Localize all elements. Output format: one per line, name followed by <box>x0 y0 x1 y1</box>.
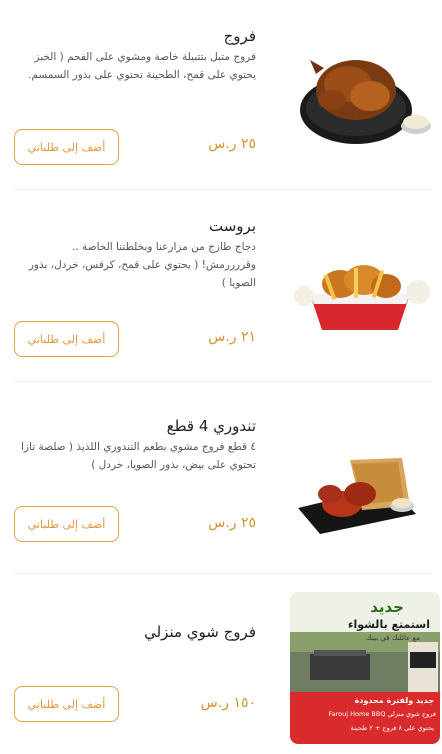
promo-offer: جديد ولفترة محدودة <box>354 696 434 705</box>
add-to-order-button[interactable]: أضف إلى طلباتي <box>14 686 119 722</box>
promo-product: فروج شوي منزلي Farouj Home BBQ <box>328 710 436 718</box>
promo-details: يحتوي على ٨ فروج + ٢ طحينة <box>350 724 434 732</box>
item-title: بروست <box>209 217 256 235</box>
item-text: فروج فروج متبل بتتبيلة خاصة ومشوي على ال… <box>16 26 256 84</box>
item-description: فروج متبل بتتبيلة خاصة ومشوي على الفحم (… <box>28 51 256 81</box>
menu-item[interactable]: فروج فروج متبل بتتبيلة خاصة ومشوي على ال… <box>0 0 442 190</box>
item-price: ٢٥ ر.س <box>208 515 256 531</box>
item-text: بروست دجاج طازج من مزارعنا وبخلطتنا الخا… <box>16 216 256 292</box>
item-price: ٢١ ر.س <box>208 329 256 345</box>
promo-headline: جديد <box>370 598 404 616</box>
tandoori-chicken-image[interactable] <box>290 448 442 588</box>
menu-item[interactable]: تندوري 4 قطع ٤ قطع فروج مشوي بطعم التندو… <box>0 382 442 574</box>
grilled-chicken-image[interactable] <box>290 38 442 178</box>
item-title: فروج <box>223 27 256 45</box>
item-title: فروج شوي منزلي <box>144 623 256 641</box>
menu-item[interactable]: بروست دجاج طازج من مزارعنا وبخلطتنا الخا… <box>0 190 442 382</box>
promo-subline: مع عائلتك في بيتك <box>366 634 420 642</box>
item-description: دجاج طازج من مزارعنا وبخلطتنا الخاصة .. … <box>28 241 256 289</box>
home-bbq-promo-image[interactable]: جديد استمتع بالشواء مع عائلتك في بيتك جد… <box>290 592 440 744</box>
promo-tagline: استمتع بالشواء <box>347 618 430 631</box>
add-to-order-button[interactable]: أضف إلى طلباتي <box>14 129 119 165</box>
item-price: ٢٥ ر.س <box>208 136 256 152</box>
item-text: فروج شوي منزلي <box>144 622 256 642</box>
item-description: ٤ قطع فروج مشوي بطعم التندوري اللذيذ ( ص… <box>21 441 256 471</box>
item-price: ١٥٠ ر.س <box>200 695 256 711</box>
item-title: تندوري 4 قطع <box>166 417 256 435</box>
add-to-order-button[interactable]: أضف إلى طلباتي <box>14 321 119 357</box>
item-text: تندوري 4 قطع ٤ قطع فروج مشوي بطعم التندو… <box>16 416 256 474</box>
add-to-order-button[interactable]: أضف إلى طلباتي <box>14 506 119 542</box>
broasted-chicken-image[interactable] <box>290 252 442 392</box>
menu-item[interactable]: فروج شوي منزلي ١٥٠ ر.س أضف إلى طلباتي جد… <box>0 574 442 754</box>
